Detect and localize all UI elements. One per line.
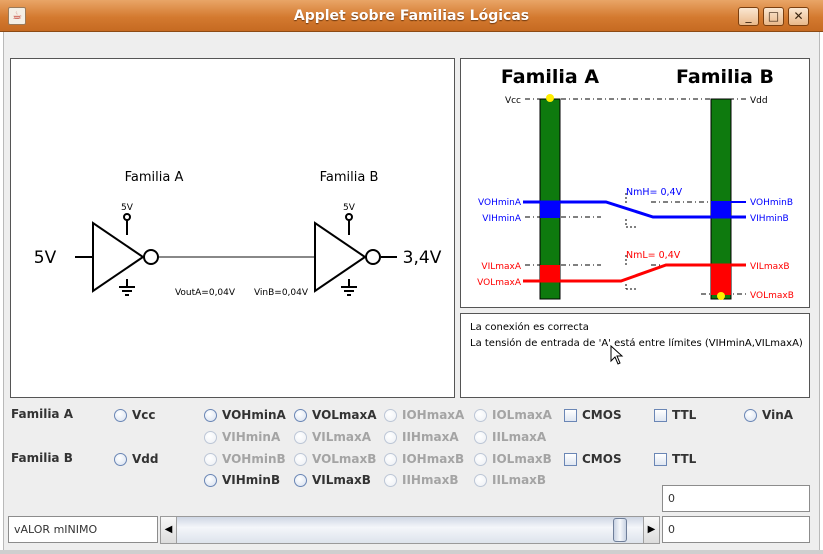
checkbox-icon[interactable] xyxy=(564,408,577,422)
radio-iohmax-a[interactable]: IOHmaxA xyxy=(384,407,464,423)
family-a-label: Familia A xyxy=(11,407,73,421)
scroll-right-icon[interactable]: ▶ xyxy=(643,517,659,543)
radio-circle-icon[interactable] xyxy=(114,408,127,422)
window-titlebar: ☕ Applet sobre Familias Lógicas _ □ ✕ xyxy=(0,0,823,32)
radio-circle-icon[interactable] xyxy=(384,430,397,444)
scroll-track[interactable] xyxy=(177,517,643,543)
radio-iilmax-a[interactable]: IILmaxA xyxy=(474,429,546,445)
checkbox-ttl-b[interactable]: TTL xyxy=(654,451,696,467)
circuit-family-a-label: Familia A xyxy=(125,170,184,185)
radio-iilmax-b[interactable]: IILmaxB xyxy=(474,472,546,488)
vohmin-a-label: VOHminA xyxy=(478,198,522,208)
radio-iohmax-b[interactable]: IOHmaxB xyxy=(384,451,464,467)
radio-circle-icon[interactable] xyxy=(384,452,397,466)
radio-circle-icon[interactable] xyxy=(114,452,127,466)
radio-vohmin-b[interactable]: VOHminB xyxy=(204,451,286,467)
vohmin-b-label: VOHminB xyxy=(750,198,793,208)
value-label-field: vALOR mINIMO xyxy=(8,516,158,543)
vcc-marker xyxy=(546,94,554,102)
radio-vcc[interactable]: Vcc xyxy=(114,407,156,423)
radio-volmax-a[interactable]: VOLmaxA xyxy=(294,407,377,423)
radio-iihmax-b[interactable]: IIHmaxB xyxy=(384,472,458,488)
volmax-a-label: VOLmaxA xyxy=(477,278,522,288)
radio-circle-icon[interactable] xyxy=(474,473,487,487)
radio-circle-icon[interactable] xyxy=(384,473,397,487)
logic-levels-panel: Familia A Familia B NmH= 0,4V NmL= 0,4V … xyxy=(460,58,810,308)
vihmin-a-label: VIHminA xyxy=(482,214,522,224)
levels-family-b-title: Familia B xyxy=(676,66,774,88)
radio-vihmin-b[interactable]: VIHminB xyxy=(204,472,280,488)
radio-circle-icon[interactable] xyxy=(204,473,217,487)
radio-circle-icon[interactable] xyxy=(474,408,487,422)
radio-iolmax-a[interactable]: IOLmaxA xyxy=(474,407,552,423)
radio-iihmax-a[interactable]: IIHmaxA xyxy=(384,429,459,445)
value-scrollbar[interactable]: ◀ ▶ xyxy=(160,516,660,544)
radio-vilmax-b[interactable]: VILmaxB xyxy=(294,472,371,488)
checkbox-icon[interactable] xyxy=(654,408,667,422)
window-bottom-edge xyxy=(0,550,823,554)
vihmin-b-label: VIHminB xyxy=(750,214,789,224)
family-b-label: Familia B xyxy=(11,451,73,465)
family-b-low-zone xyxy=(711,265,731,295)
buffer-gate-a xyxy=(75,213,159,296)
maximize-button[interactable]: □ xyxy=(763,7,784,26)
vcc-a-label: 5V xyxy=(121,203,134,213)
vout-a-value: VoutA=0,04V xyxy=(175,288,236,298)
radio-vihmin-a[interactable]: VIHminA xyxy=(204,429,280,445)
radio-vdd[interactable]: Vdd xyxy=(114,451,158,467)
radio-volmax-b[interactable]: VOLmaxB xyxy=(294,451,376,467)
radio-circle-icon[interactable] xyxy=(384,408,397,422)
checkbox-ttl-a[interactable]: TTL xyxy=(654,407,696,423)
radio-circle-icon[interactable] xyxy=(294,430,307,444)
radio-circle-icon[interactable] xyxy=(474,430,487,444)
circuit-family-b-label: Familia B xyxy=(320,170,379,185)
radio-circle-icon[interactable] xyxy=(294,473,307,487)
buffer-gate-b xyxy=(314,213,397,296)
logic-levels-diagram: Familia A Familia B NmH= 0,4V NmL= 0,4V … xyxy=(477,66,794,301)
scroll-thumb[interactable] xyxy=(613,518,627,542)
status-message-2: La tensión de entrada de 'A' está entre … xyxy=(470,338,803,349)
value-field-bottom[interactable]: 0 xyxy=(662,516,810,543)
family-a-high-zone xyxy=(540,202,560,218)
vilmax-a-label: VILmaxA xyxy=(481,262,521,272)
value-field-top[interactable]: 0 xyxy=(662,485,810,512)
checkbox-cmos-b[interactable]: CMOS xyxy=(564,451,622,467)
status-message-1: La conexión es correcta xyxy=(470,322,589,333)
vdd-marker xyxy=(717,292,725,300)
window-title: Applet sobre Familias Lógicas xyxy=(293,8,530,24)
radio-circle-icon[interactable] xyxy=(294,452,307,466)
radio-circle-icon[interactable] xyxy=(204,408,217,422)
radio-circle-icon[interactable] xyxy=(294,408,307,422)
circuit-diagram: Familia A Familia B 5V 5V 5V 3,4V VoutA=… xyxy=(34,170,442,298)
levels-family-a-title: Familia A xyxy=(501,66,599,88)
circuit-panel: Familia A Familia B 5V 5V 5V 3,4V VoutA=… xyxy=(10,58,455,398)
checkbox-cmos-a[interactable]: CMOS xyxy=(564,407,622,423)
vcc-label: Vcc xyxy=(505,96,521,106)
radio-vilmax-a[interactable]: VILmaxA xyxy=(294,429,371,445)
radio-vohmin-a[interactable]: VOHminA xyxy=(204,407,286,423)
radio-circle-icon[interactable] xyxy=(204,430,217,444)
radio-circle-icon[interactable] xyxy=(204,452,217,466)
nml-label: NmL= 0,4V xyxy=(626,250,681,261)
vilmax-b-label: VILmaxB xyxy=(750,262,790,272)
input-voltage: 5V xyxy=(34,248,57,268)
nmh-label: NmH= 0,4V xyxy=(626,187,683,198)
radio-iolmax-b[interactable]: IOLmaxB xyxy=(474,451,552,467)
vcc-b-label: 5V xyxy=(343,203,356,213)
vdd-label: Vdd xyxy=(750,96,768,106)
radio-circle-icon[interactable] xyxy=(474,452,487,466)
vin-b-value: VinB=0,04V xyxy=(254,288,309,298)
scroll-left-icon[interactable]: ◀ xyxy=(161,517,177,543)
status-panel: La conexión es correcta La tensión de en… xyxy=(460,313,810,398)
family-a-low-zone xyxy=(540,265,560,282)
output-voltage: 3,4V xyxy=(403,248,442,268)
mouse-cursor-icon xyxy=(610,345,624,365)
checkbox-icon[interactable] xyxy=(564,452,577,466)
minimize-button[interactable]: _ xyxy=(738,7,759,26)
volmax-b-label: VOLmaxB xyxy=(750,291,794,301)
radio-circle-icon[interactable] xyxy=(744,408,757,422)
radio-vin-a[interactable]: VinA xyxy=(744,407,793,423)
checkbox-icon[interactable] xyxy=(654,452,667,466)
close-button[interactable]: ✕ xyxy=(788,7,809,26)
